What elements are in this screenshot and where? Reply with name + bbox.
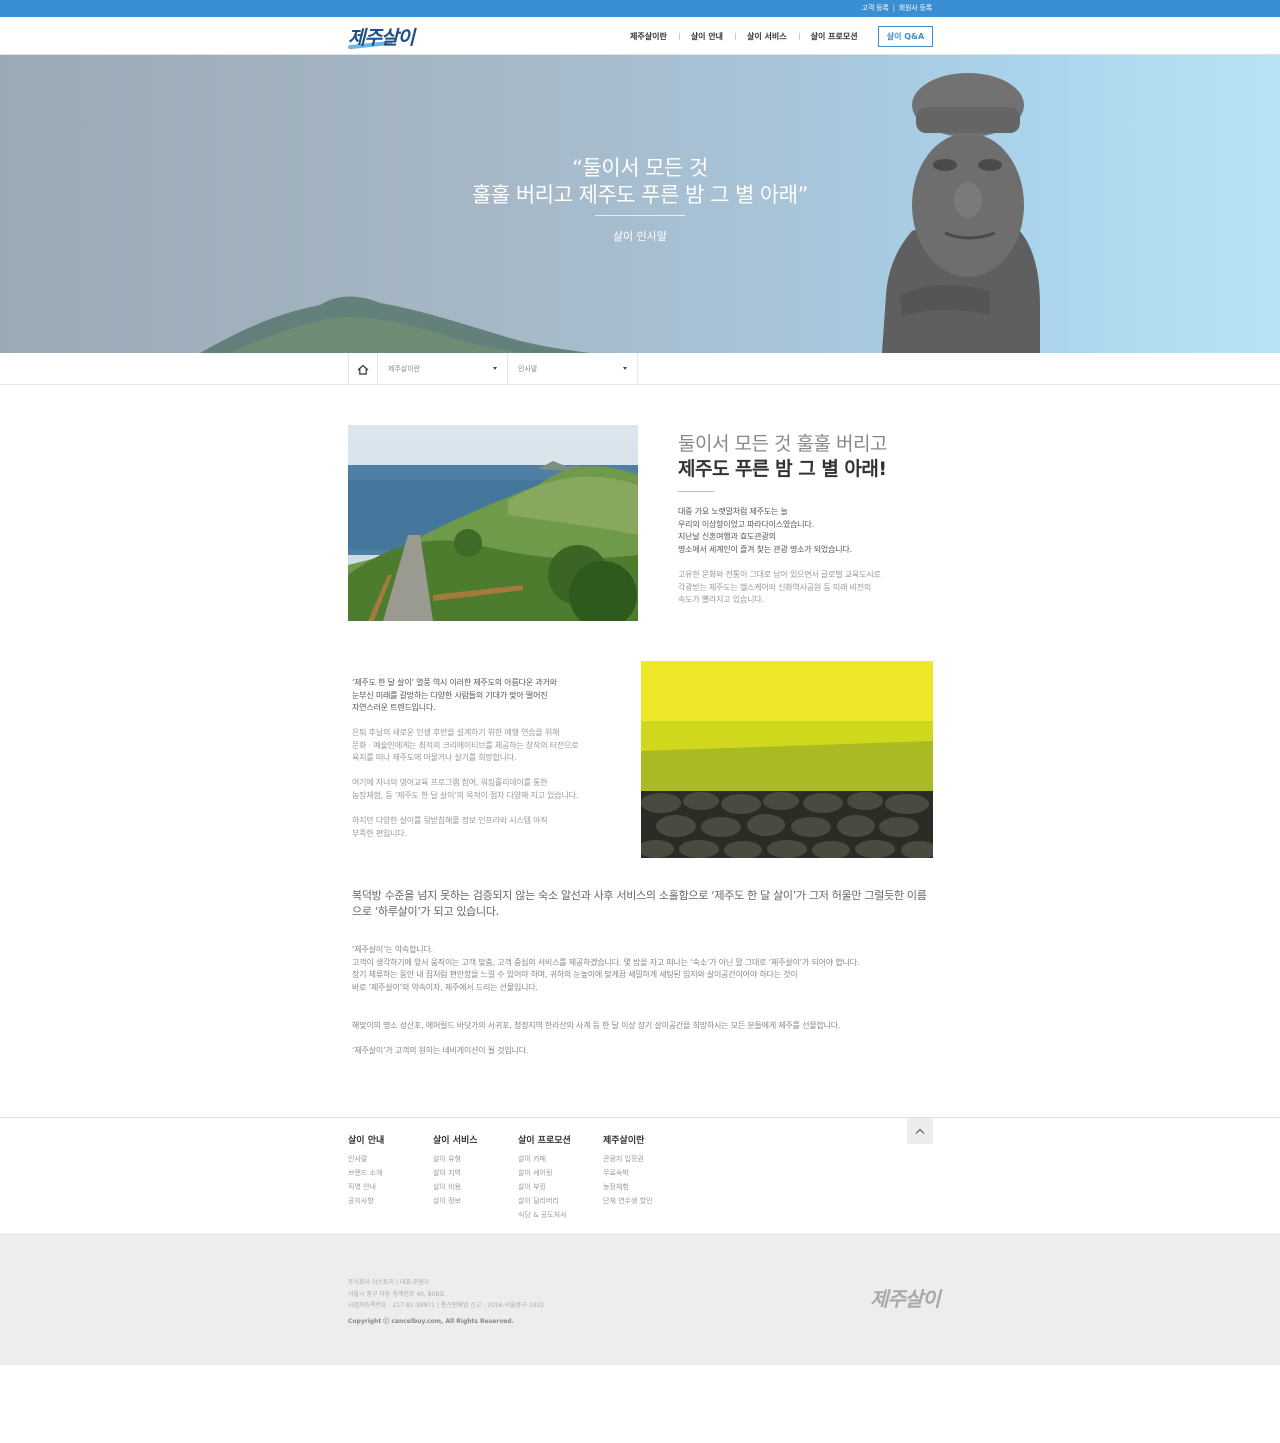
- site-logo[interactable]: 제주살이: [347, 21, 415, 51]
- footer-link[interactable]: 살이 딜리버리: [518, 1194, 571, 1208]
- utility-links: 고객 등록 | 회원사 등록: [862, 3, 933, 13]
- home-icon: [357, 364, 369, 375]
- chevron-up-icon: [915, 1128, 925, 1134]
- footer-link[interactable]: 식당 & 공도처사: [518, 1208, 571, 1222]
- company-address: 서울시 중구 다동 청계천로 40, 808호: [348, 1290, 445, 1298]
- footer-link[interactable]: 단체 연수생 할인: [603, 1194, 653, 1208]
- coast-photo: [348, 425, 638, 621]
- qna-button[interactable]: 살이 Q&A: [878, 26, 933, 47]
- site-header: 제주살이 제주살이란 살이 안내 살이 서비스 살이 프로모션 살이 Q&A: [0, 17, 1280, 55]
- member-register-link[interactable]: 회원사 등록: [899, 3, 932, 13]
- footer-column-title: 제주살이란: [603, 1136, 645, 1146]
- section2-paragraph-3: 여기에 자녀의 영어교육 프로그램 참여, 워킹홀리데이를 통한 농장체험, 등…: [352, 778, 579, 800]
- section2-paragraph-2: 은퇴 후날의 새로운 인생 후반을 설계하기 위한 예행 연습을 위해 문화 ·…: [352, 728, 579, 763]
- nav-item-service[interactable]: 살이 서비스: [735, 31, 799, 42]
- footer-column-about: 제주살이란 관광지 입장권 무료숙박 농장체험 단체 연수생 할인: [603, 1133, 653, 1208]
- back-to-top-button[interactable]: [907, 1118, 933, 1144]
- nav-item-about[interactable]: 제주살이란: [618, 31, 679, 42]
- intro-paragraph-2: 고유한 문화와 전통이 그대로 남아 있으면서 글로벌 교육도시로 각광받는 제…: [678, 570, 881, 605]
- intro-title-bold: 제주도 푸른 밤 그 별 아래!: [678, 458, 887, 480]
- intro-divider: [678, 491, 714, 492]
- main-nav: 제주살이란 살이 안내 살이 서비스 살이 프로모션: [618, 17, 870, 55]
- intro-paragraph-1: 대중 가요 노랫말처럼 제주도는 늘 우리의 이상향이었고 파라다이스였습니다.…: [678, 507, 852, 554]
- footer-column-guide: 살이 안내 인사말 브랜드 소개 직영 안내 공지사항: [348, 1133, 384, 1208]
- intro-title-light: 둘이서 모든 것 훌훌 버리고: [678, 433, 887, 455]
- customer-register-link[interactable]: 고객 등록: [862, 3, 889, 13]
- company-info: 주식회사 이스토리 | 대표:주원우 서울시 중구 다동 청계천로 40, 80…: [348, 1277, 544, 1327]
- hero-quote: “둘이서 모든 것 훌훌 버리고 제주도 푸른 밤 그 별 아래”: [340, 155, 940, 209]
- coast-image: [348, 425, 638, 621]
- nav-item-promotion[interactable]: 살이 프로모션: [798, 31, 870, 42]
- footer-column-service: 살이 서비스 살이 유형 살이 지역 살이 비용 살이 정보: [433, 1133, 478, 1208]
- section3-paragraph-3: ‘제주살이’가 고객의 원하는 네비게이션이 될 것입니다.: [352, 1046, 529, 1055]
- nav-item-guide[interactable]: 살이 안내: [678, 31, 735, 42]
- section3-paragraph-2: 해맞이의 명소 성산포, 에머럴드 바닷가의 서귀포, 청정지역 한라산의 사계…: [352, 1021, 841, 1030]
- footer-column-title: 살이 서비스: [433, 1136, 478, 1146]
- footer-link[interactable]: 살이 지역: [433, 1166, 478, 1180]
- footer-link[interactable]: 살이 정보: [433, 1194, 478, 1208]
- footer-column-title: 살이 안내: [348, 1136, 385, 1146]
- caret-down-icon: [493, 367, 497, 370]
- breadcrumb-select-level2[interactable]: 인사말: [508, 353, 638, 385]
- footer-column-promotion: 살이 프로모션 살이 카페 살이 셰어링 살이 부킹 살이 딜리버리 식당 & …: [518, 1133, 571, 1222]
- caret-down-icon: [623, 367, 627, 370]
- footer-info: 주식회사 이스토리 | 대표:주원우 서울시 중구 다동 청계천로 40, 80…: [0, 1233, 1280, 1365]
- footer-link[interactable]: 살이 유형: [433, 1152, 478, 1166]
- footer-link[interactable]: 살이 카페: [518, 1152, 571, 1166]
- footer-link[interactable]: 공지사항: [348, 1194, 384, 1208]
- section2-paragraph-4: 하지만 다양한 살이를 뒷받침해줄 정보 인프라와 시스템 아직 부족한 편입니…: [352, 816, 548, 838]
- intro-title: 둘이서 모든 것 훌훌 버리고 제주도 푸른 밤 그 별 아래!: [678, 432, 948, 482]
- footer-link[interactable]: 살이 셰어링: [518, 1166, 571, 1180]
- footer-link[interactable]: 살이 비용: [433, 1180, 478, 1194]
- section3-paragraph-1: ‘제주살이’는 약속합니다. 고객이 생각하기에 앞서 움직이는 고객 맞춤, …: [352, 945, 860, 992]
- footer-link[interactable]: 살이 부킹: [518, 1180, 571, 1194]
- utility-separator: |: [892, 4, 895, 12]
- dolhareubang-statue: [882, 73, 1040, 353]
- hero-divider: [595, 215, 685, 216]
- section2-paragraph-1: ‘제주도 한 달 살이’ 열풍 역시 이러한 제주도의 아름다운 과거와 눈부신…: [352, 678, 557, 713]
- breadcrumb-level2-label: 인사말: [518, 365, 538, 373]
- footer-link[interactable]: 브랜드 소개: [348, 1166, 384, 1180]
- company-registration: 사업자등록번호 : 217-81-38971 | 통신판매업 신고 : 2016…: [348, 1302, 545, 1309]
- copyright: Copyright ⓒ cancelbuy.com, All Rights Re…: [348, 1317, 514, 1325]
- hero-subtitle: 살이 인사말: [612, 230, 668, 243]
- section3-lead: 복덕방 수준을 넘지 못하는 검증되지 않는 숙소 알선과 사후 서비스의 소홀…: [352, 889, 927, 918]
- canola-image: [641, 661, 933, 858]
- footer-link[interactable]: 인사말: [348, 1152, 384, 1166]
- breadcrumb: 제주살이란 인사말: [0, 353, 1280, 385]
- footer-link[interactable]: 무료숙박: [603, 1166, 653, 1180]
- hero-quote-line1: “둘이서 모든 것: [572, 156, 708, 180]
- utility-bar: 고객 등록 | 회원사 등록: [0, 0, 1280, 17]
- footer-column-title: 살이 프로모션: [518, 1136, 571, 1146]
- logo-text: 제주살이: [348, 27, 415, 49]
- canola-photo: [641, 661, 933, 858]
- hero-quote-line2: 훌훌 버리고 제주도 푸른 밤 그 별 아래”: [472, 183, 808, 207]
- footer-sitemap: 살이 안내 인사말 브랜드 소개 직영 안내 공지사항 살이 서비스 살이 유형…: [0, 1117, 1280, 1233]
- footer-logo: 제주살이: [870, 1287, 941, 1311]
- breadcrumb-level1-label: 제주살이란: [388, 365, 421, 373]
- hero-banner: “둘이서 모든 것 훌훌 버리고 제주도 푸른 밤 그 별 아래” 살이 인사말: [0, 55, 1280, 353]
- footer-link[interactable]: 직영 안내: [348, 1180, 384, 1194]
- breadcrumb-select-level1[interactable]: 제주살이란: [378, 353, 508, 385]
- company-name: 주식회사 이스토리 | 대표:주원우: [348, 1279, 430, 1286]
- footer-link[interactable]: 농장체험: [603, 1180, 653, 1194]
- breadcrumb-home[interactable]: [348, 353, 378, 385]
- footer-link[interactable]: 관광지 입장권: [603, 1152, 653, 1166]
